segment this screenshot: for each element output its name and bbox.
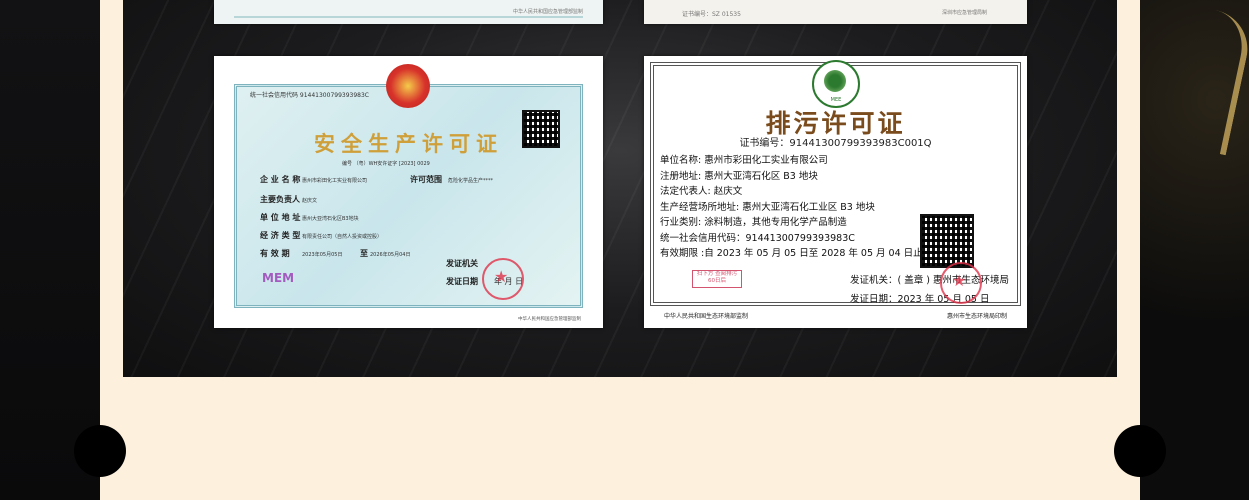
left-notch xyxy=(74,425,126,477)
right-background xyxy=(1139,0,1249,500)
pollutant-discharge-permit: MEE 排污许可证 证书编号：91441300799393983C001Q 单位… xyxy=(644,56,1027,328)
issuer-label: 发证机关 xyxy=(446,259,478,268)
right-notch xyxy=(1114,425,1166,477)
company-label: 企 业 名 称 xyxy=(260,175,301,184)
gold-ribbon-decoration xyxy=(1161,4,1249,156)
left-background xyxy=(0,0,100,500)
mem-mark: MEM xyxy=(262,271,295,285)
validity-label: 有 效 期 xyxy=(260,249,290,258)
scope-value: 危险化学品生产**** xyxy=(448,178,494,184)
official-seal-icon xyxy=(940,262,982,304)
certificate-number: 编号 （粤）WH安许证字 [2023] 0029 xyxy=(342,161,430,167)
footer-text: 中华人民共和国应急管理部监制 xyxy=(512,9,583,15)
footer-text: 中华人民共和国应急管理部监制 xyxy=(518,317,581,322)
official-seal-icon xyxy=(482,258,524,300)
address-label: 单 位 地 址 xyxy=(260,213,301,222)
border-line xyxy=(234,16,583,18)
field-credit-code: 统一社会信用代码：91441300799393983C xyxy=(660,233,855,244)
field-legal-representative: 法定代表人: 赵庆文 xyxy=(660,186,743,197)
field-registered-address: 注册地址: 惠州大亚湾石化区 B3 地块 xyxy=(660,171,818,182)
issuer: 发证机关：( 盖章 ) 惠州市生态环境局 xyxy=(850,275,1009,286)
field-business-address: 生产经营场所地址: 惠州大亚湾石化工业区 B3 地块 xyxy=(660,202,875,213)
address-value: 惠州大亚湾石化区B3地块 xyxy=(302,216,359,222)
economic-type-label: 经 济 类 型 xyxy=(260,231,301,240)
field-validity-period: 有效期限 :自 2023 年 05 月 05 日至 2028 年 05 月 04… xyxy=(660,248,923,259)
national-emblem-icon xyxy=(386,64,430,108)
footer-text: 深圳市应急管理局制 xyxy=(941,10,987,16)
partial-certificate-top-right: 证书编号：SZ 01535 深圳市应急管理局制 xyxy=(644,0,1027,24)
credit-code: 统一社会信用代码 91441300799393983C xyxy=(250,92,369,99)
economic-type-value: 有限责任公司（自然人投资或控股） xyxy=(302,234,383,240)
footer-right: 惠州市生态环境局印制 xyxy=(946,313,1007,320)
footer-left: 中华人民共和国生态环境部监制 xyxy=(664,313,749,320)
principal-label: 主要负责人 xyxy=(260,195,300,204)
valid-to: 2026年05月04日 xyxy=(370,252,411,258)
logo-text: MEE xyxy=(830,97,842,103)
field-company-name: 单位名称: 惠州市彩田化工实业有限公司 xyxy=(660,155,828,166)
scope-label: 许可范围 xyxy=(410,175,442,184)
principal-value: 赵庆文 xyxy=(302,198,318,204)
company-value: 惠州市彩田化工实业有限公司 xyxy=(302,178,368,184)
qr-code-icon xyxy=(920,214,974,268)
notice-badge: 扫下方 查阅排污 60日后 xyxy=(692,270,742,288)
valid-from: 2023年05月05日 xyxy=(302,252,343,258)
field-industry-category: 行业类别: 涂料制造，其他专用化学产品制造 xyxy=(660,217,847,228)
safety-production-license: 统一社会信用代码 91441300799393983C 安全生产许可证 编号 （… xyxy=(214,56,603,328)
partial-certificate-top-left: 中华人民共和国应急管理部监制 xyxy=(214,0,603,24)
issue-date-label: 发证日期 xyxy=(446,277,478,286)
certificate-title: 安全生产许可证 xyxy=(314,131,503,156)
cert-number: 证书编号：SZ 01535 xyxy=(682,11,741,18)
certificate-number: 证书编号：91441300799393983C001Q xyxy=(739,138,932,149)
mee-logo-icon: MEE xyxy=(812,60,860,108)
valid-separator: 至 xyxy=(360,249,368,258)
